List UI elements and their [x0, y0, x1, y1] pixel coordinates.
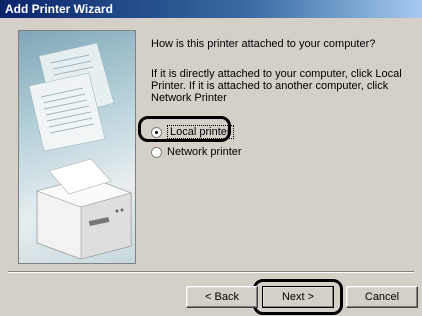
network-printer-label[interactable]: Network printer — [167, 146, 242, 158]
explanation-text: If it is directly attached to your compu… — [151, 68, 402, 104]
cancel-button[interactable]: Cancel — [346, 286, 418, 308]
printer-illustration-icon — [18, 30, 136, 264]
local-printer-option[interactable]: Local printer — [151, 125, 234, 139]
back-button[interactable]: < Back — [186, 286, 258, 308]
local-printer-label[interactable]: Local printer — [167, 125, 234, 139]
next-button[interactable]: Next > — [262, 286, 334, 308]
add-printer-wizard-window: Add Printer Wizard How is this printer a… — [0, 0, 422, 316]
local-printer-radio[interactable] — [151, 126, 162, 138]
window-title: Add Printer Wizard — [0, 0, 422, 18]
network-printer-radio[interactable] — [151, 146, 162, 158]
question-text: How is this printer attached to your com… — [151, 38, 376, 50]
network-printer-option[interactable]: Network printer — [151, 146, 242, 158]
button-separator — [8, 271, 414, 273]
